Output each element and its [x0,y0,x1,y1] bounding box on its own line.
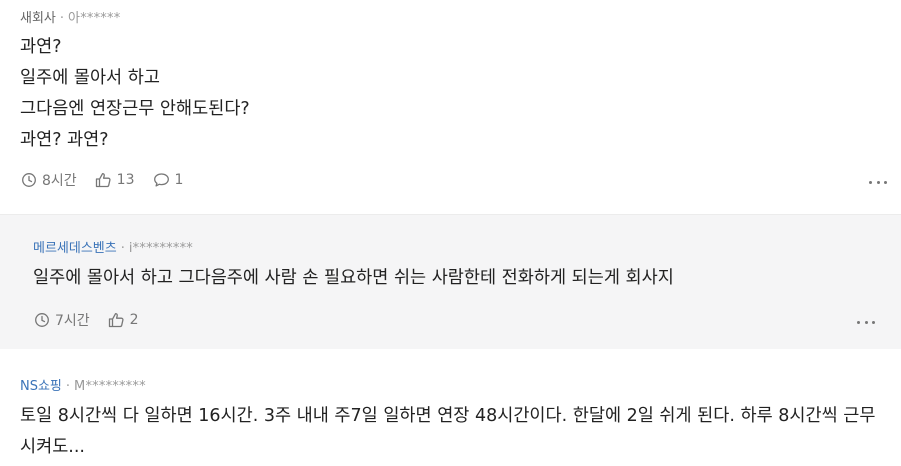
comment-actions: 8시간 13 1 [21,170,201,190]
comment-line: 과연? 과연? [20,130,109,150]
comment-body: 과연? 일주에 몰아서 하고 그다음엔 연장근무 안해도된다? 과연? 과연? [20,32,250,156]
timestamp: 8시간 [21,170,77,190]
reply-count: 1 [174,172,184,188]
separator-dot: · [65,379,71,394]
timestamp: 7시간 [34,310,90,330]
time-text: 8시간 [42,173,77,189]
comment-meta: 새회사 · 아****** [20,7,120,26]
comment-item: 새회사 · 아****** 과연? 일주에 몰아서 하고 그다음엔 연장근무 안해도… [0,0,901,214]
thumbs-up-icon [95,172,111,188]
thumbs-up-icon [108,312,124,328]
reply-item: 메르세데스벤츠 · i********* 일주에 몰아서 하고 그다음주에 사람 손… [0,214,901,350]
comment-line: 일주에 몰아서 하고 [20,68,160,88]
comment-meta: NS쇼핑 · M********* [20,375,146,394]
like-count: 2 [129,312,139,328]
more-options-icon[interactable] [857,319,875,325]
comment-line: 과연? [20,37,62,57]
company-name[interactable]: 새회사 [20,11,56,26]
user-id: M********* [74,379,146,394]
comment-actions: 7시간 2 [34,310,157,330]
comment-line: 일주에 몰아서 하고 그다음주에 사람 손 필요하면 쉬는 사람한테 전화하게 … [33,268,674,288]
user-id: i********* [128,241,193,256]
company-name[interactable]: 메르세데스벤츠 [33,241,117,256]
like-button[interactable]: 13 [95,172,135,188]
clock-icon [35,313,49,327]
user-id: 아****** [68,11,121,26]
company-name[interactable]: NS쇼핑 [20,379,62,394]
comment-meta: 메르세데스벤츠 · i********* [33,237,193,256]
time-text: 7시간 [55,313,90,329]
separator-dot: · [120,241,125,256]
comment-item: NS쇼핑 · M********* 토일 8시간씩 다 일하면 16시간. 3주 내… [0,349,901,466]
like-button[interactable]: 2 [108,312,139,328]
separator-dot: · [59,11,65,26]
comment-line: 그다음엔 연장근무 안해도된다? [20,99,250,119]
clock-icon [22,173,36,187]
reply-button[interactable]: 1 [153,172,184,188]
speech-bubble-icon [153,173,169,187]
more-options-icon[interactable] [869,179,887,185]
comment-body: 일주에 몰아서 하고 그다음주에 사람 손 필요하면 쉬는 사람한테 전화하게 … [33,263,674,294]
like-count: 13 [116,172,135,188]
comment-body: 토일 8시간씩 다 일하면 16시간. 3주 내내 주7일 일하면 연장 48시… [20,406,876,457]
